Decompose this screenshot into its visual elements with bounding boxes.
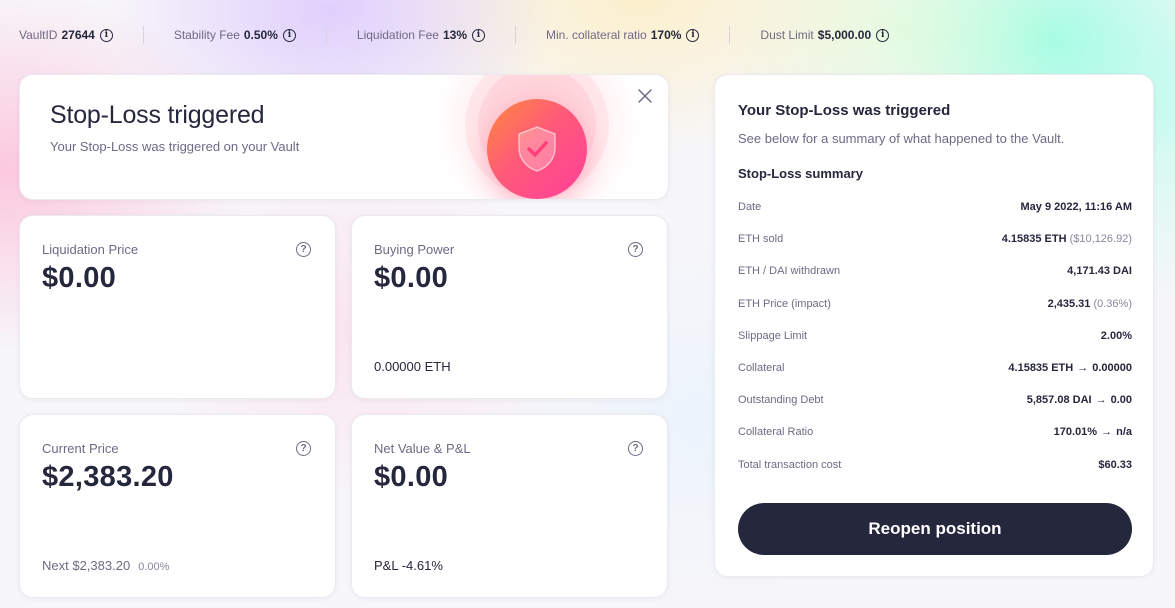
row-value: 2.00%: [1100, 329, 1132, 342]
divider: [325, 26, 327, 44]
stability-fee-value: 0.50%: [243, 28, 278, 42]
vault-id-item: VaultID 27644 i: [19, 28, 113, 42]
row-value: 4.15835 ETH ($10,126.92): [1002, 233, 1132, 245]
summary-row-eth-price: ETH Price (impact) 2,435.31 (0.36%): [738, 288, 1132, 320]
divider: [142, 26, 144, 44]
row-key: Outstanding Debt: [738, 394, 824, 407]
summary-row-date: Date May 9 2022, 11:16 AM: [738, 191, 1132, 223]
arrow-right-icon: →: [1077, 362, 1089, 375]
shield-check-icon: [487, 99, 587, 199]
summary-row-collateral: Collateral 4.15835 ETH → 0.00000: [738, 352, 1132, 384]
row-value-from: 4.15835 ETH: [1008, 362, 1074, 375]
net-value-label: Net Value & P&L: [374, 441, 471, 456]
row-key: Total transaction cost: [738, 458, 842, 471]
dust-limit-value: $5,000.00: [817, 28, 872, 42]
row-value: May 9 2022, 11:16 AM: [1020, 201, 1133, 214]
row-value-from: 5,857.08 DAI: [1026, 394, 1092, 407]
stability-fee-item: Stability Fee 0.50% i: [174, 28, 296, 42]
row-value-sub: (0.36%): [1093, 297, 1132, 310]
reopen-position-button[interactable]: Reopen position: [738, 503, 1132, 555]
net-value-card: Net Value & P&L ? $0.00 P&L -4.61%: [351, 414, 668, 598]
row-value-sub: ($10,126.92): [1069, 233, 1132, 246]
row-value: 2,435.31 (0.36%): [1048, 298, 1132, 310]
vault-id-value: 27644: [61, 28, 95, 42]
dust-limit-item: Dust Limit $5,000.00 i: [760, 28, 890, 42]
banner-title: Stop-Loss triggered: [50, 101, 265, 129]
row-value: 170.01% → n/a: [1054, 426, 1132, 438]
next-price-row: Next $2,383.20 0.00%: [42, 558, 169, 573]
arrow-right-icon: →: [1095, 394, 1107, 407]
summary-row-withdrawn: ETH / DAI withdrawn 4,171.43 DAI: [738, 255, 1132, 287]
row-key: Collateral: [738, 362, 785, 375]
banner-subtitle: Your Stop-Loss was triggered on your Vau…: [50, 139, 300, 154]
row-value: $60.33: [1098, 458, 1132, 471]
row-value: 4,171.43 DAI: [1067, 265, 1132, 278]
question-icon[interactable]: ?: [296, 242, 311, 257]
current-price-label: Current Price: [42, 441, 119, 456]
divider: [515, 26, 516, 44]
stop-loss-summary-panel: Your Stop-Loss was triggered See below f…: [714, 74, 1154, 577]
row-value: 4.15835 ETH → 0.00000: [1008, 362, 1132, 374]
liquidation-fee-value: 13%: [442, 28, 467, 42]
row-key: Date: [738, 201, 762, 214]
info-icon[interactable]: i: [876, 28, 890, 42]
row-value-from: 170.01%: [1053, 426, 1098, 439]
vault-id-label: VaultID: [19, 28, 58, 42]
liquidation-fee-item: Liquidation Fee 13% i: [357, 28, 485, 42]
buying-power-value: $0.00: [374, 262, 449, 294]
summary-description: See below for a summary of what happened…: [738, 131, 1065, 146]
question-icon[interactable]: ?: [296, 441, 311, 456]
stability-fee-label: Stability Fee: [173, 28, 240, 42]
liquidation-price-card: Liquidation Price ? $0.00: [19, 215, 336, 399]
summary-row-eth-sold: ETH sold 4.15835 ETH ($10,126.92): [738, 223, 1132, 255]
info-icon[interactable]: i: [472, 28, 485, 42]
min-collateral-ratio-value: 170%: [650, 28, 682, 42]
row-key: Slippage Limit: [738, 329, 808, 342]
summary-row-total-cost: Total transaction cost $60.33: [738, 449, 1132, 481]
arrow-right-icon: →: [1101, 426, 1113, 439]
close-icon[interactable]: [636, 87, 654, 105]
row-value: 5,857.08 DAI → 0.00: [1027, 394, 1132, 406]
row-value-to: n/a: [1116, 426, 1132, 439]
row-value-to: 0.00: [1110, 394, 1132, 407]
divider: [729, 26, 731, 44]
summary-row-collateral-ratio: Collateral Ratio 170.01% → n/a: [738, 416, 1132, 448]
current-price-value: $2,383.20: [42, 461, 174, 493]
stop-loss-banner: Stop-Loss triggered Your Stop-Loss was t…: [19, 74, 669, 200]
question-icon[interactable]: ?: [628, 242, 643, 257]
liquidation-price-label: Liquidation Price: [42, 242, 139, 257]
row-value-main: 4.15835 ETH: [1001, 233, 1067, 246]
row-value-main: 2,435.31: [1047, 297, 1091, 310]
info-icon[interactable]: i: [99, 28, 113, 42]
info-icon[interactable]: i: [686, 28, 700, 42]
buying-power-label: Buying Power: [374, 242, 455, 257]
current-price-card: Current Price ? $2,383.20 Next $2,383.20…: [19, 414, 336, 598]
summary-row-debt: Outstanding Debt 5,857.08 DAI → 0.00: [738, 384, 1132, 416]
min-collateral-ratio-item: Min. collateral ratio 170% i: [546, 28, 700, 42]
row-key: ETH Price (impact): [738, 297, 831, 310]
pnl-value: P&L -4.61%: [374, 558, 443, 573]
vault-info-bar: VaultID 27644 i Stability Fee 0.50% i Li…: [19, 26, 890, 44]
liquidation-fee-label: Liquidation Fee: [356, 28, 439, 42]
buying-power-card: Buying Power ? $0.00 0.00000 ETH: [351, 215, 668, 399]
dust-limit-label: Dust Limit: [760, 28, 814, 42]
row-key: ETH sold: [738, 233, 784, 246]
liquidation-price-value: $0.00: [42, 262, 117, 294]
summary-row-slippage: Slippage Limit 2.00%: [738, 320, 1132, 352]
question-icon[interactable]: ?: [628, 441, 643, 456]
row-key: ETH / DAI withdrawn: [738, 265, 841, 278]
row-value-to: 0.00000: [1092, 362, 1132, 375]
summary-title: Your Stop-Loss was triggered: [738, 102, 951, 119]
row-key: Collateral Ratio: [738, 426, 814, 439]
next-price-change: 0.00%: [138, 561, 170, 573]
min-collateral-ratio-label: Min. collateral ratio: [546, 28, 647, 42]
net-value-value: $0.00: [374, 461, 449, 493]
summary-rows: Date May 9 2022, 11:16 AM ETH sold 4.158…: [738, 191, 1132, 481]
info-icon[interactable]: i: [282, 28, 296, 42]
buying-power-eth: 0.00000 ETH: [374, 359, 451, 374]
next-price-label: Next $2,383.20: [42, 558, 131, 573]
summary-subtitle: Stop-Loss summary: [738, 166, 863, 181]
